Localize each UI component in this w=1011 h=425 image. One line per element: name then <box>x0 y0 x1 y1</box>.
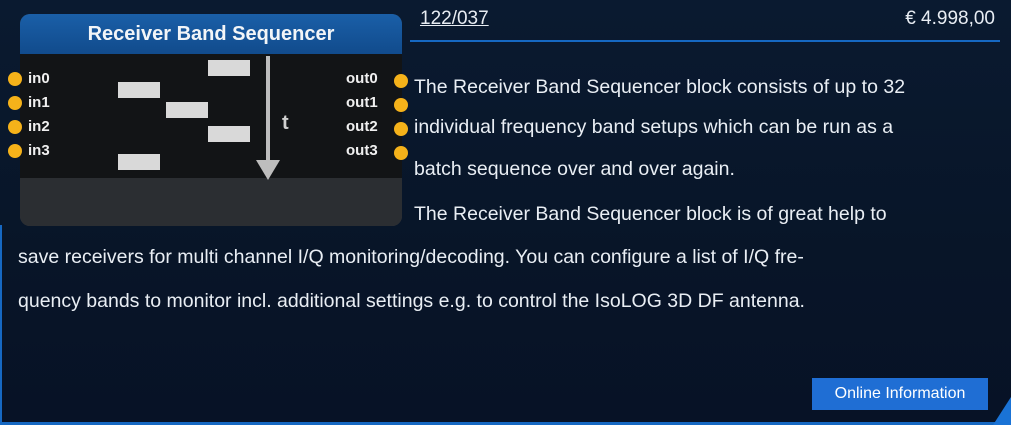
product-panel: 122/037 € 4.998,00 Receiver Band Sequenc… <box>0 0 1011 425</box>
description-line: batch sequence over and over again. <box>414 158 735 180</box>
output-port-label: out2 <box>346 118 378 135</box>
sequence-bar <box>208 126 250 142</box>
panel-left-border <box>0 225 2 425</box>
time-label: t <box>282 112 289 134</box>
online-information-button[interactable]: Online Information <box>812 378 988 410</box>
sequence-bar <box>118 154 160 170</box>
input-port-label: in0 <box>28 70 50 87</box>
corner-accent <box>993 397 1011 425</box>
sequence-bar <box>208 60 250 76</box>
sequence-bar <box>118 82 160 98</box>
output-port-dot <box>394 98 408 112</box>
input-port-label: in1 <box>28 94 50 111</box>
input-port-label: in3 <box>28 142 50 159</box>
block-footer <box>20 178 402 226</box>
output-port-label: out0 <box>346 70 378 87</box>
description-line: individual frequency band setups which c… <box>414 116 894 138</box>
output-port-dot <box>394 74 408 88</box>
input-port-dot <box>8 96 22 110</box>
block-diagram: Receiver Band Sequencer t <box>20 14 402 226</box>
block-title: Receiver Band Sequencer <box>20 14 402 54</box>
input-port-label: in2 <box>28 118 50 135</box>
output-port-label: out3 <box>346 142 378 159</box>
header-divider <box>410 40 1000 42</box>
price: € 4.998,00 <box>905 8 995 29</box>
sequence-bar <box>166 102 208 118</box>
description-line: quency bands to monitor incl. additional… <box>18 290 805 312</box>
description-line: The Receiver Band Sequencer block is of … <box>414 203 887 225</box>
description-line: save receivers for multi channel I/Q mon… <box>18 246 804 268</box>
output-port-dot <box>394 146 408 160</box>
input-port-dot <box>8 120 22 134</box>
output-port-dot <box>394 122 408 136</box>
time-arrow-head-icon <box>256 160 280 180</box>
description-line: The Receiver Band Sequencer block consis… <box>414 76 906 98</box>
time-arrow-icon <box>266 56 270 164</box>
input-port-dot <box>8 72 22 86</box>
output-port-label: out1 <box>346 94 378 111</box>
input-port-dot <box>8 144 22 158</box>
article-number-link[interactable]: 122/037 <box>420 8 489 30</box>
